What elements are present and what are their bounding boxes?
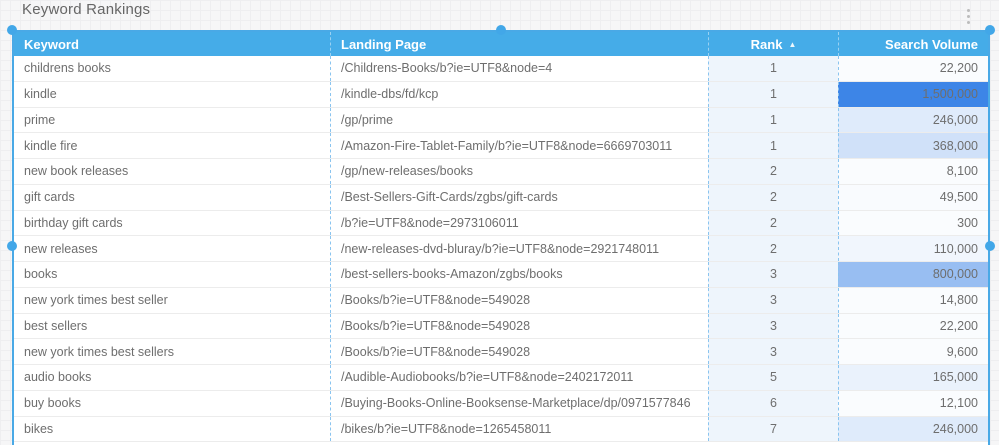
rank-cell: 2 bbox=[708, 159, 838, 184]
search-volume-cell: 14,800 bbox=[838, 288, 988, 313]
landing-page-cell: /Childrens-Books/b?ie=UTF8&node=4 bbox=[330, 56, 708, 81]
landing-page-cell: /Books/b?ie=UTF8&node=549028 bbox=[330, 314, 708, 339]
keyword-cell: new releases bbox=[14, 236, 330, 261]
column-header-landing-page[interactable]: Landing Page bbox=[330, 32, 708, 56]
table-body: childrens books/Childrens-Books/b?ie=UTF… bbox=[14, 56, 988, 442]
landing-page-cell: /gp/new-releases/books bbox=[330, 159, 708, 184]
page-title: Keyword Rankings bbox=[22, 1, 150, 18]
search-volume-cell: 12,100 bbox=[838, 391, 988, 416]
resize-handle-top-center[interactable] bbox=[496, 25, 506, 35]
landing-page-cell: /Books/b?ie=UTF8&node=549028 bbox=[330, 339, 708, 364]
rank-cell: 3 bbox=[708, 339, 838, 364]
rank-cell: 2 bbox=[708, 185, 838, 210]
kebab-menu-icon[interactable] bbox=[962, 7, 974, 25]
keyword-cell: buy books bbox=[14, 391, 330, 416]
column-header-label: Keyword bbox=[24, 37, 79, 52]
landing-page-cell: /bikes/b?ie=UTF8&node=1265458011 bbox=[330, 417, 708, 442]
rank-cell: 1 bbox=[708, 82, 838, 107]
keyword-cell: kindle fire bbox=[14, 133, 330, 158]
keyword-cell: audio books bbox=[14, 365, 330, 390]
search-volume-cell: 8,100 bbox=[838, 159, 988, 184]
column-header-label: Rank bbox=[751, 37, 783, 52]
rank-cell: 3 bbox=[708, 314, 838, 339]
keyword-cell: best sellers bbox=[14, 314, 330, 339]
rank-cell: 7 bbox=[708, 417, 838, 442]
landing-page-cell: /Books/b?ie=UTF8&node=549028 bbox=[330, 288, 708, 313]
rank-cell: 1 bbox=[708, 56, 838, 81]
table-row: audio books/Audible-Audiobooks/b?ie=UTF8… bbox=[14, 365, 988, 391]
search-volume-cell: 300 bbox=[838, 211, 988, 236]
landing-page-cell: /Audible-Audiobooks/b?ie=UTF8&node=24021… bbox=[330, 365, 708, 390]
table-header-row: Keyword Landing Page Rank ▲ Search Volum… bbox=[14, 32, 988, 56]
table-row: best sellers/Books/b?ie=UTF8&node=549028… bbox=[14, 314, 988, 340]
table-row: gift cards/Best-Sellers-Gift-Cards/zgbs/… bbox=[14, 185, 988, 211]
keyword-rankings-table: Keyword Landing Page Rank ▲ Search Volum… bbox=[12, 30, 990, 445]
table-row: new releases/new-releases-dvd-bluray/b?i… bbox=[14, 236, 988, 262]
table-row: birthday gift cards/b?ie=UTF8&node=29731… bbox=[14, 211, 988, 237]
table-row: kindle/kindle-dbs/fd/kcp11,500,000 bbox=[14, 82, 988, 108]
search-volume-cell: 246,000 bbox=[838, 108, 988, 133]
rank-cell: 1 bbox=[708, 108, 838, 133]
rank-cell: 3 bbox=[708, 262, 838, 287]
column-header-label: Landing Page bbox=[341, 37, 426, 52]
landing-page-cell: /best-sellers-books-Amazon/zgbs/books bbox=[330, 262, 708, 287]
table-row: bikes/bikes/b?ie=UTF8&node=1265458011724… bbox=[14, 417, 988, 443]
search-volume-cell: 165,000 bbox=[838, 365, 988, 390]
table-row: prime/gp/prime1246,000 bbox=[14, 108, 988, 134]
dashboard-canvas: Keyword Rankings Keyword Landing Page Ra… bbox=[0, 0, 999, 445]
keyword-cell: birthday gift cards bbox=[14, 211, 330, 236]
keyword-cell: new york times best sellers bbox=[14, 339, 330, 364]
keyword-cell: prime bbox=[14, 108, 330, 133]
rank-cell: 2 bbox=[708, 236, 838, 261]
search-volume-cell: 49,500 bbox=[838, 185, 988, 210]
search-volume-cell: 1,500,000 bbox=[838, 82, 988, 107]
search-volume-cell: 9,600 bbox=[838, 339, 988, 364]
landing-page-cell: /Best-Sellers-Gift-Cards/zgbs/gift-cards bbox=[330, 185, 708, 210]
resize-handle-middle-right[interactable] bbox=[985, 241, 995, 251]
keyword-cell: childrens books bbox=[14, 56, 330, 81]
resize-handle-top-right[interactable] bbox=[985, 25, 995, 35]
resize-handle-top-left[interactable] bbox=[7, 25, 17, 35]
resize-handle-middle-left[interactable] bbox=[7, 241, 17, 251]
search-volume-cell: 110,000 bbox=[838, 236, 988, 261]
landing-page-cell: /kindle-dbs/fd/kcp bbox=[330, 82, 708, 107]
keyword-cell: new york times best seller bbox=[14, 288, 330, 313]
column-header-search-volume[interactable]: Search Volume bbox=[838, 32, 988, 56]
table-row: new york times best sellers/Books/b?ie=U… bbox=[14, 339, 988, 365]
column-header-label: Search Volume bbox=[885, 37, 978, 52]
rank-cell: 3 bbox=[708, 288, 838, 313]
table-row: buy books/Buying-Books-Online-Booksense-… bbox=[14, 391, 988, 417]
rank-cell: 1 bbox=[708, 133, 838, 158]
search-volume-cell: 22,200 bbox=[838, 56, 988, 81]
rank-cell: 5 bbox=[708, 365, 838, 390]
table-row: new york times best seller/Books/b?ie=UT… bbox=[14, 288, 988, 314]
landing-page-cell: /gp/prime bbox=[330, 108, 708, 133]
keyword-cell: new book releases bbox=[14, 159, 330, 184]
search-volume-cell: 368,000 bbox=[838, 133, 988, 158]
column-header-keyword[interactable]: Keyword bbox=[14, 32, 330, 56]
rank-cell: 2 bbox=[708, 211, 838, 236]
table-row: new book releases/gp/new-releases/books2… bbox=[14, 159, 988, 185]
landing-page-cell: /Buying-Books-Online-Booksense-Marketpla… bbox=[330, 391, 708, 416]
table-row: childrens books/Childrens-Books/b?ie=UTF… bbox=[14, 56, 988, 82]
landing-page-cell: /Amazon-Fire-Tablet-Family/b?ie=UTF8&nod… bbox=[330, 133, 708, 158]
rank-cell: 6 bbox=[708, 391, 838, 416]
search-volume-cell: 246,000 bbox=[838, 417, 988, 442]
keyword-cell: gift cards bbox=[14, 185, 330, 210]
keyword-cell: kindle bbox=[14, 82, 330, 107]
search-volume-cell: 800,000 bbox=[838, 262, 988, 287]
search-volume-cell: 22,200 bbox=[838, 314, 988, 339]
keyword-cell: books bbox=[14, 262, 330, 287]
table-row: kindle fire/Amazon-Fire-Tablet-Family/b?… bbox=[14, 133, 988, 159]
sort-asc-icon: ▲ bbox=[788, 40, 796, 49]
landing-page-cell: /new-releases-dvd-bluray/b?ie=UTF8&node=… bbox=[330, 236, 708, 261]
column-header-rank[interactable]: Rank ▲ bbox=[708, 32, 838, 56]
table-row: books/best-sellers-books-Amazon/zgbs/boo… bbox=[14, 262, 988, 288]
landing-page-cell: /b?ie=UTF8&node=2973106011 bbox=[330, 211, 708, 236]
keyword-cell: bikes bbox=[14, 417, 330, 442]
